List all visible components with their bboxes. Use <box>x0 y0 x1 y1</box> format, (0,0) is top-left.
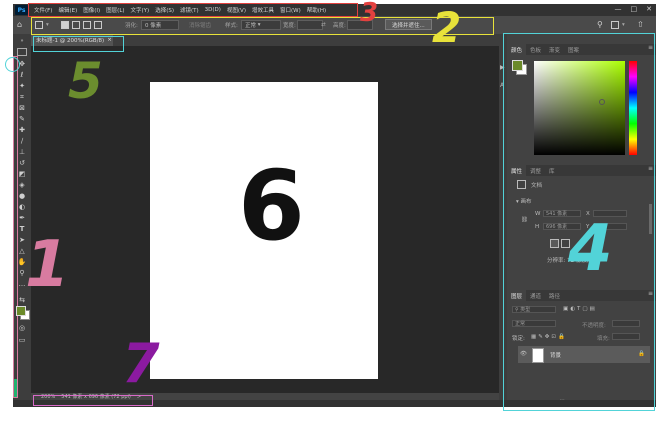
annotation-box-2 <box>31 17 494 35</box>
minimize-icon[interactable]: — <box>615 5 622 13</box>
screen-mode-icon[interactable]: ▭ <box>17 336 27 344</box>
annotation-number-4: 4 <box>568 212 613 286</box>
foreground-color-swatch[interactable] <box>16 306 26 316</box>
clone-stamp-tool-icon[interactable]: ⊥ <box>17 148 27 156</box>
annotation-number-5: 5 <box>68 52 103 110</box>
rect-marquee-tool-icon[interactable] <box>17 48 27 56</box>
quick-mask-icon[interactable]: ◎ <box>17 324 27 332</box>
magic-wand-tool-icon[interactable]: ✦ <box>17 82 27 90</box>
annotation-box-5 <box>33 36 124 52</box>
ps-logo-icon: Ps <box>15 5 28 15</box>
annotation-box-3 <box>28 3 358 17</box>
pen-tool-icon[interactable]: ✒ <box>17 214 27 222</box>
eyedropper-tool-icon[interactable]: ✎ <box>17 115 27 123</box>
history-brush-tool-icon[interactable]: ↺ <box>17 159 27 167</box>
dodge-tool-icon[interactable]: ◐ <box>17 203 27 211</box>
annotation-number-2: 2 <box>432 3 462 52</box>
annotation-number-7: 7 <box>122 332 160 395</box>
lasso-tool-icon[interactable]: ℓ <box>17 71 27 79</box>
paint-bucket-tool-icon[interactable]: ◈ <box>17 181 27 189</box>
brush-tool-icon[interactable]: ∕ <box>17 137 27 145</box>
share-icon[interactable]: ⇧ <box>637 20 644 29</box>
annotation-number-1: 1 <box>25 228 70 302</box>
search-icon[interactable]: ⚲ <box>597 20 603 29</box>
workspace-icon[interactable]: ▾ <box>611 20 625 29</box>
annotation-number-6: 6 <box>238 150 305 262</box>
home-icon[interactable]: ⌂ <box>17 20 22 29</box>
frame-tool-icon[interactable]: ⊠ <box>17 104 27 112</box>
color-panel-foreground-swatch[interactable] <box>512 60 523 71</box>
close-icon[interactable]: ✕ <box>646 5 652 13</box>
maximize-icon[interactable]: □ <box>631 5 638 13</box>
annotation-box-7 <box>33 395 153 406</box>
annotation-box-1 <box>13 56 18 398</box>
crop-tool-icon[interactable]: ⌗ <box>17 93 27 101</box>
blur-tool-icon[interactable]: ● <box>17 192 27 200</box>
annotation-circle-tool <box>5 57 20 72</box>
annotation-number-3: 3 <box>360 0 379 28</box>
healing-brush-tool-icon[interactable]: ✚ <box>17 126 27 134</box>
toolbar-collapse-icon[interactable]: » <box>17 37 27 45</box>
eraser-tool-icon[interactable]: ◩ <box>17 170 27 178</box>
